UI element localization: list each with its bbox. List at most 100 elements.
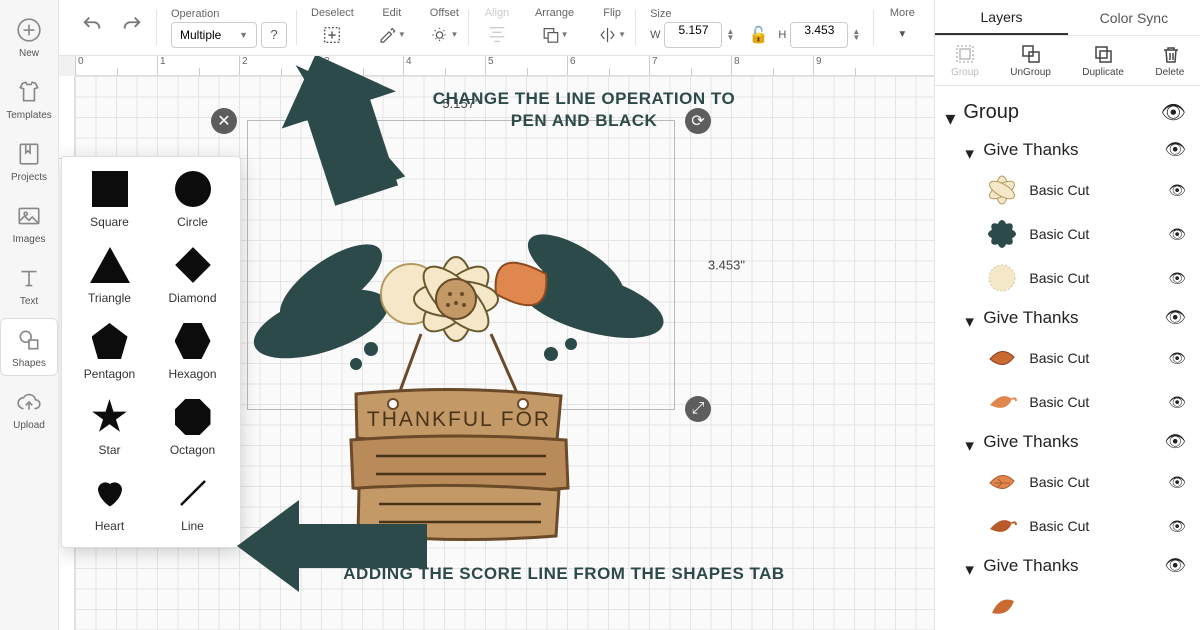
layer-item[interactable]: Basic Cut👁 [935,460,1200,504]
edit-group[interactable]: Edit ▼ [368,0,416,55]
visibility-icon[interactable]: 👁 [1164,308,1186,328]
height-stepper[interactable]: ▲▼ [852,29,864,41]
nav-item-new[interactable]: New [0,8,58,66]
layer-item[interactable]: Basic Cut👁 [935,168,1200,212]
visibility-icon[interactable]: 👁 [1164,140,1186,160]
caret-down-icon: ▾ [965,436,977,448]
left-nav-rail: New Templates Projects Images Text Shape… [0,0,59,630]
align-group[interactable]: Align [473,0,521,55]
trash-icon [1159,43,1181,65]
nav-item-images[interactable]: Images [0,194,58,252]
layer-item[interactable] [935,584,1200,628]
visibility-icon[interactable]: 👁 [1168,226,1186,243]
offset-group[interactable]: Offset ▼ [420,0,469,55]
redo-icon[interactable] [121,14,143,41]
offset-icon: ▼ [430,21,458,49]
operation-help-button[interactable]: ? [261,22,287,48]
size-group: Size W 5.157 ▲▼ 🔓 H 3.453 ▲▼ [640,0,874,55]
shape-hexagon[interactable]: Hexagon [151,323,234,381]
flip-group[interactable]: Flip ▼ [588,0,636,55]
height-input[interactable]: 3.453 [790,22,848,48]
layer-swatch [985,217,1019,251]
more-label: More [890,7,915,19]
nav-item-text[interactable]: Text [0,256,58,314]
layer-group[interactable]: ▾Give Thanks👁 [935,424,1200,460]
layer-item[interactable]: Basic Cut👁 [935,380,1200,424]
layer-item[interactable]: Basic Cut👁 [935,256,1200,300]
undo-icon[interactable] [81,14,103,41]
delete-handle[interactable]: ✕ [211,108,237,134]
shape-star[interactable]: Star [68,399,151,457]
offset-label: Offset [430,7,459,19]
visibility-icon[interactable]: 👁 [1164,432,1186,452]
action-group[interactable]: Group [951,43,979,78]
bookmark-icon [15,140,43,168]
shapes-popover: Square Circle Triangle Diamond Pentagon … [61,156,241,548]
horizontal-ruler: 01 23 45 67 89 [75,56,934,76]
layer-group-root[interactable]: ▾Group👁 [935,92,1200,132]
layer-group[interactable]: ▾Give Thanks👁 [935,132,1200,168]
nav-item-shapes[interactable]: Shapes [0,318,58,376]
top-toolbar: Operation Multiple▼ ? Deselect Edit ▼ Of… [59,0,934,56]
width-input[interactable]: 5.157 [664,22,722,48]
shape-line[interactable]: Line [151,475,234,533]
shape-heart[interactable]: Heart [68,475,151,533]
visibility-icon[interactable]: 👁 [1164,556,1186,576]
resize-handle[interactable]: ⤢ [685,396,711,422]
tab-layers[interactable]: Layers [935,0,1067,35]
main-area: Operation Multiple▼ ? Deselect Edit ▼ Of… [59,0,934,630]
lock-icon[interactable]: 🔓 [748,25,768,45]
arrange-group[interactable]: Arrange ▼ [525,0,584,55]
tab-colorsync[interactable]: Color Sync [1068,0,1200,35]
shape-octagon[interactable]: Octagon [151,399,234,457]
action-delete[interactable]: Delete [1155,43,1184,78]
visibility-icon[interactable]: 👁 [1168,474,1186,491]
visibility-icon[interactable]: 👁 [1168,182,1186,199]
chevron-down-icon: ▼ [888,21,916,49]
edit-label: Edit [382,7,401,19]
layer-group[interactable]: ▾Give Thanks👁 [935,300,1200,336]
nav-item-upload[interactable]: Upload [0,380,58,438]
shape-circle[interactable]: Circle [151,171,234,229]
duplicate-icon [1092,43,1114,65]
height-letter: H [778,29,786,41]
caret-down-icon: ▾ [965,144,977,156]
text-icon [15,264,43,292]
tshirt-icon [15,78,43,106]
arrange-icon: ▼ [541,21,569,49]
shape-diamond[interactable]: Diamond [151,247,234,305]
layer-swatch [985,589,1019,623]
visibility-icon[interactable]: 👁 [1168,394,1186,411]
canvas[interactable]: 01 23 45 67 89 1 [59,56,934,630]
shape-square[interactable]: Square [68,171,151,229]
action-duplicate[interactable]: Duplicate [1082,43,1124,78]
annotation-text-top: Change the line operation to pen and bla… [419,88,749,132]
right-tabs: Layers Color Sync [935,0,1200,36]
layer-item[interactable]: Basic Cut👁 [935,336,1200,380]
shape-pentagon[interactable]: Pentagon [68,323,151,381]
nav-item-projects[interactable]: Projects [0,132,58,190]
layer-list[interactable]: ▾Group👁 ▾Give Thanks👁 Basic Cut👁 Basic C… [935,86,1200,630]
visibility-icon[interactable]: 👁 [1168,270,1186,287]
annotation-arrow-top [259,56,419,216]
width-letter: W [650,29,660,41]
visibility-icon[interactable]: 👁 [1168,518,1186,535]
deselect-group[interactable]: Deselect [301,0,364,55]
layer-swatch [985,509,1019,543]
width-stepper[interactable]: ▲▼ [726,29,738,41]
layer-item[interactable]: Basic Cut👁 [935,212,1200,256]
visibility-icon[interactable]: 👁 [1161,100,1186,125]
arrange-label: Arrange [535,7,574,19]
shape-triangle[interactable]: Triangle [68,247,151,305]
visibility-icon[interactable]: 👁 [1168,350,1186,367]
more-group[interactable]: More ▼ [878,0,926,55]
nav-label: Text [20,296,38,307]
operation-dropdown[interactable]: Multiple▼ [171,22,257,48]
upload-cloud-icon [15,388,43,416]
layer-item[interactable]: Basic Cut👁 [935,504,1200,548]
nav-item-templates[interactable]: Templates [0,70,58,128]
layer-swatch [985,385,1019,419]
caret-down-icon: ▾ [945,106,957,118]
layer-group[interactable]: ▾Give Thanks👁 [935,548,1200,584]
action-ungroup[interactable]: UnGroup [1010,43,1051,78]
